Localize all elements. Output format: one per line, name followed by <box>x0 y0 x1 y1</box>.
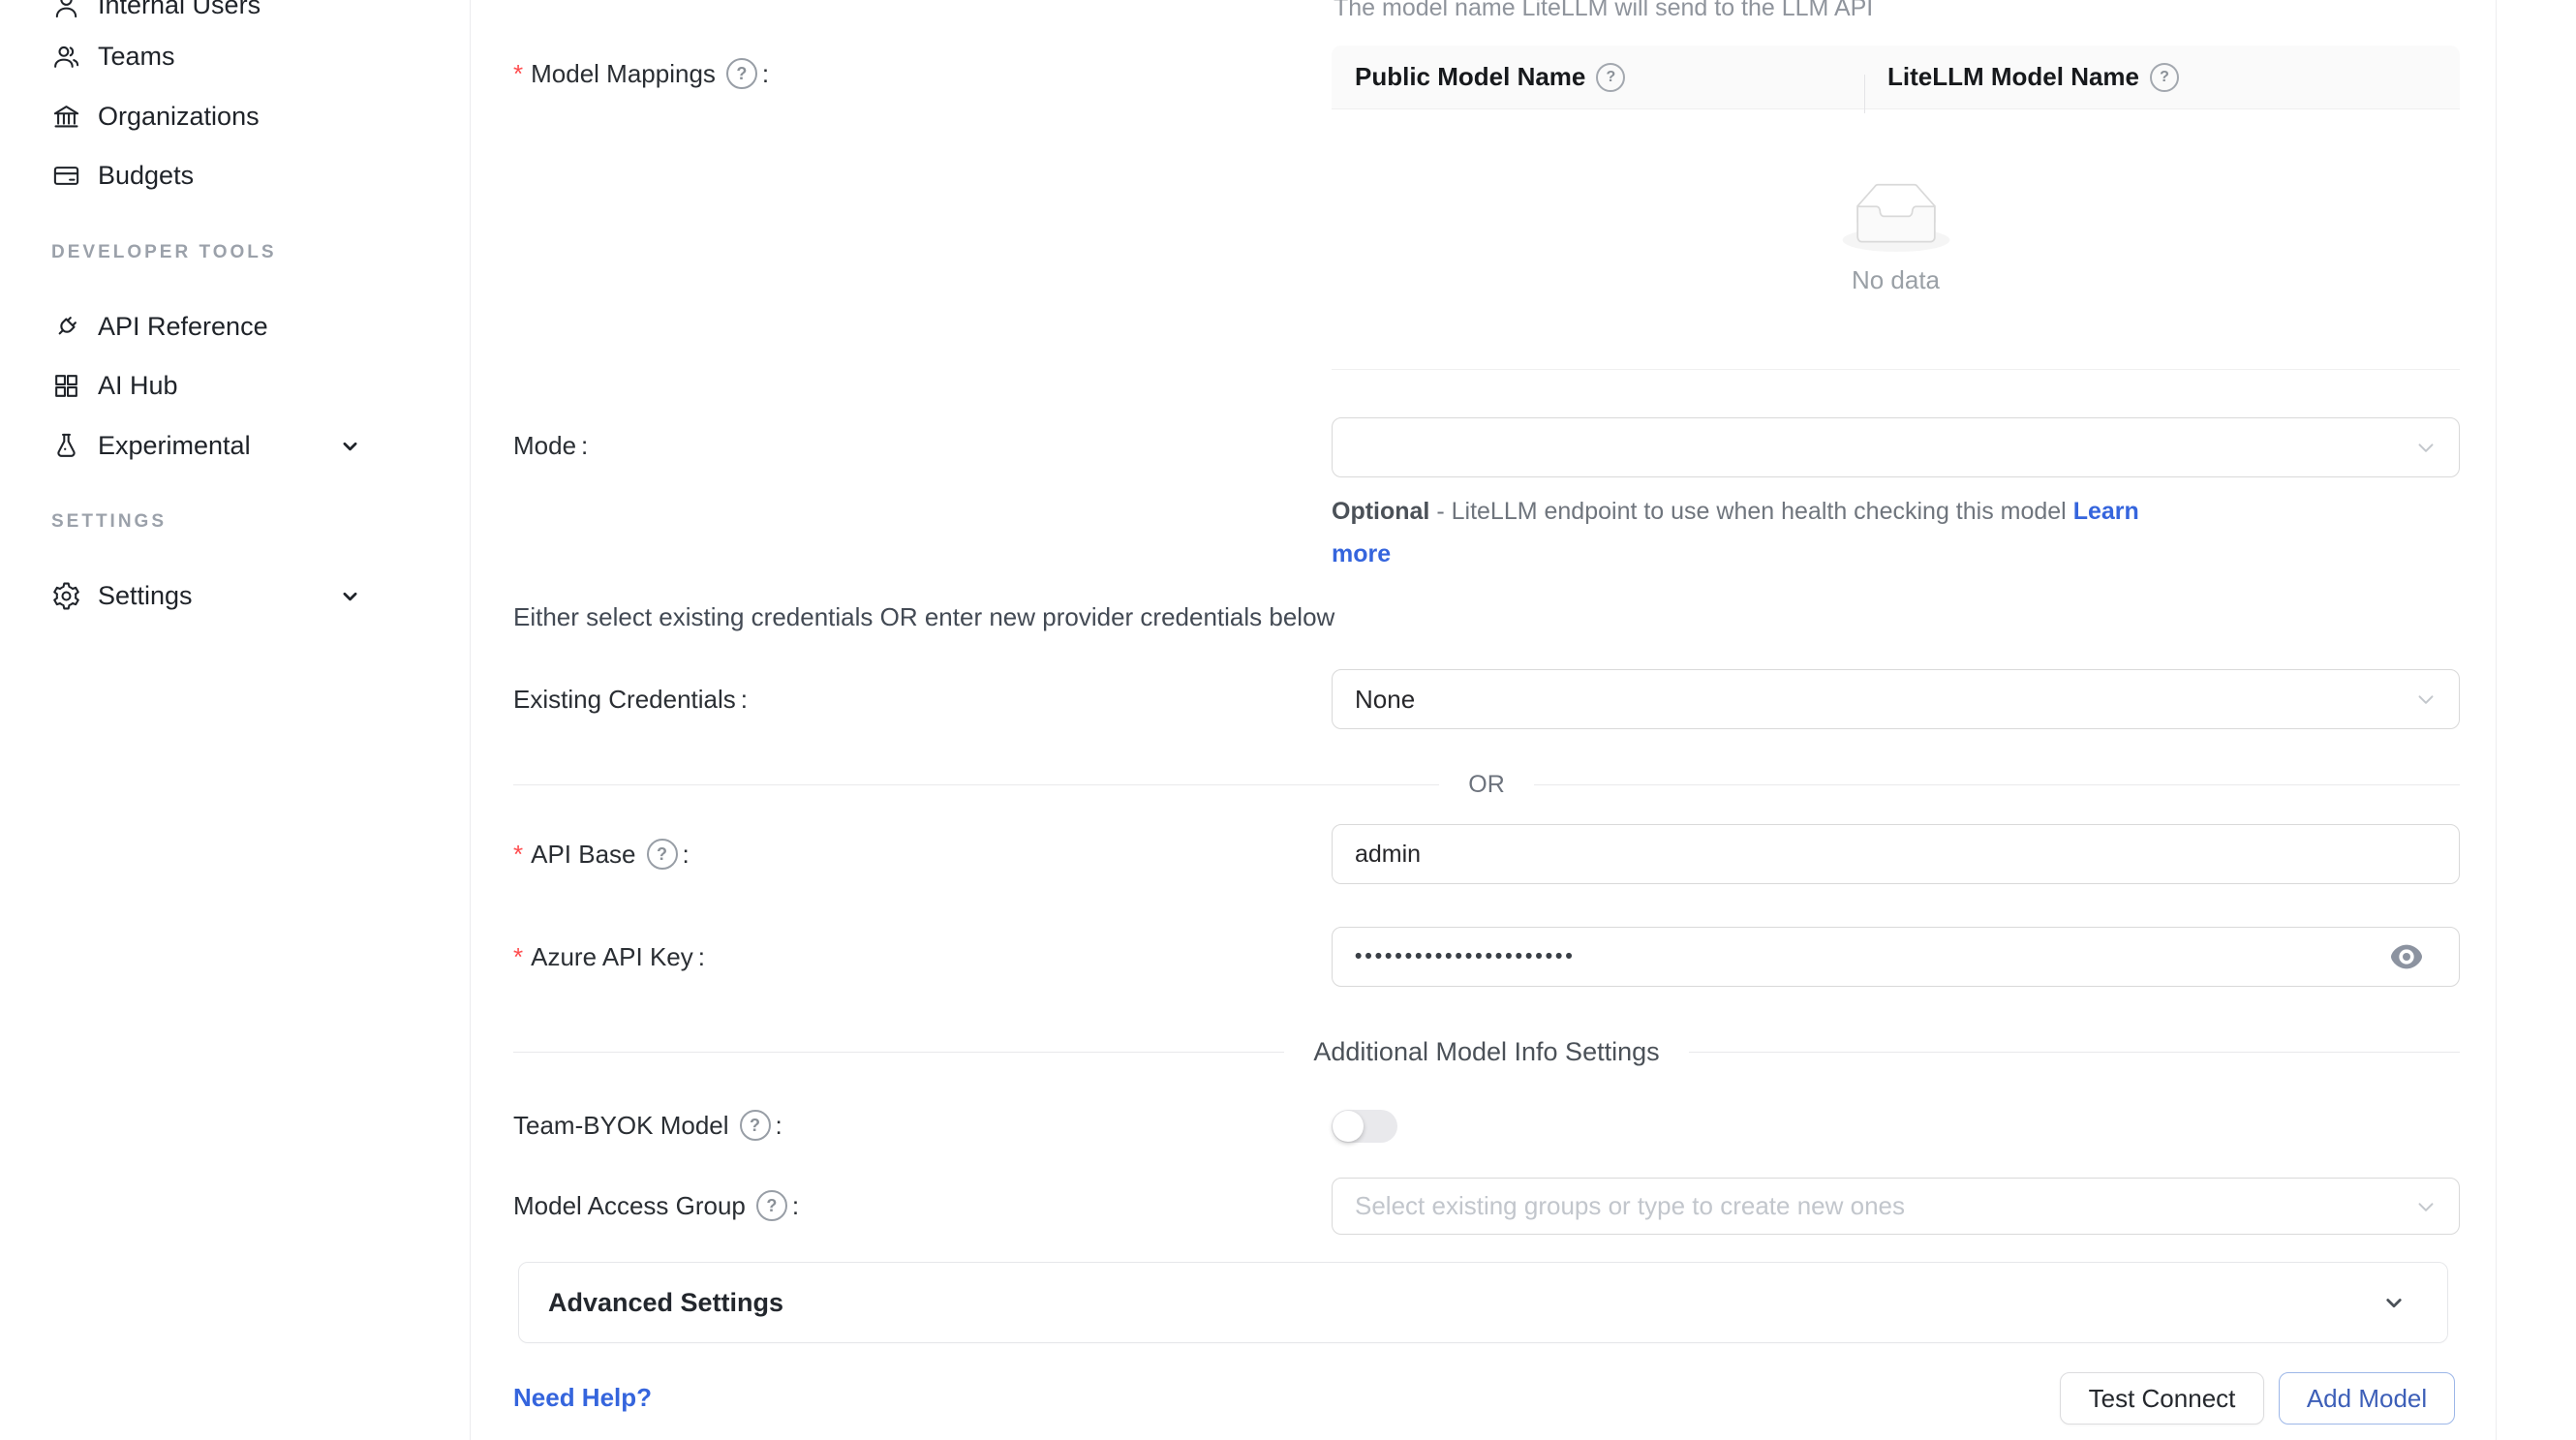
api-plug-icon <box>51 312 81 342</box>
mode-help-text: Optional - LiteLLM endpoint to use when … <box>1332 490 2189 575</box>
help-icon[interactable]: ? <box>726 58 757 89</box>
need-help-link[interactable]: Need Help? <box>513 1383 652 1413</box>
credentials-note: Either select existing credentials OR en… <box>513 602 1334 632</box>
chevron-down-icon <box>2379 1288 2408 1317</box>
empty-box-icon <box>1842 183 1950 252</box>
or-divider-text: OR <box>1468 771 1505 799</box>
test-connect-button[interactable]: Test Connect <box>2060 1372 2264 1425</box>
sidebar-item-label: Teams <box>98 42 175 72</box>
model-access-group-placeholder: Select existing groups or type to create… <box>1355 1191 1905 1221</box>
sidebar-section-developer-tools: DEVELOPER TOOLS <box>51 242 277 263</box>
existing-credentials-select[interactable]: None <box>1332 669 2460 729</box>
sidebar-item-label: Organizations <box>98 102 260 132</box>
existing-credentials-label: Existing Credentials : <box>513 683 748 716</box>
column-header-litellm-model-name: LiteLLM Model Name ? <box>1864 62 2460 92</box>
content-right-border <box>2496 0 2497 1440</box>
sidebar-item-label: Budgets <box>98 161 194 191</box>
help-icon[interactable]: ? <box>647 839 678 870</box>
required-mark: * <box>513 840 523 870</box>
model-access-group-label: Model Access Group ? : <box>513 1189 799 1222</box>
sidebar-item-teams[interactable]: Teams <box>0 26 363 86</box>
sidebar-section-settings: SETTINGS <box>51 511 167 533</box>
sidebar-item-organizations[interactable]: Organizations <box>0 86 363 146</box>
toggle-knob <box>1333 1111 1364 1142</box>
bank-icon <box>51 102 81 132</box>
sidebar-item-label: Experimental <box>98 431 251 461</box>
advanced-settings-panel[interactable]: Advanced Settings <box>518 1262 2448 1343</box>
required-mark: * <box>513 59 523 89</box>
sidebar-item-label: AI Hub <box>98 371 178 401</box>
team-byok-label: Team-BYOK Model ? : <box>513 1109 782 1142</box>
eye-icon[interactable] <box>2387 940 2426 973</box>
api-base-input[interactable] <box>1355 841 2405 869</box>
chevron-down-icon <box>337 583 363 609</box>
help-icon[interactable]: ? <box>740 1110 771 1141</box>
model-mappings-label: * Model Mappings ? : <box>513 57 769 90</box>
api-base-label: * API Base ? : <box>513 838 690 871</box>
sidebar-item-ai-hub[interactable]: AI Hub <box>0 355 363 415</box>
sidebar-item-settings[interactable]: Settings <box>0 566 363 626</box>
model-mappings-table: Public Model Name ? LiteLLM Model Name ?… <box>1332 46 2460 370</box>
team-byok-toggle[interactable] <box>1332 1110 1397 1143</box>
gear-icon <box>51 581 81 611</box>
chevron-down-icon <box>337 433 363 459</box>
additional-settings-divider: Additional Model Info Settings <box>513 1037 2460 1067</box>
appstore-icon <box>51 371 81 401</box>
credit-card-icon <box>51 161 81 191</box>
table-header-row: Public Model Name ? LiteLLM Model Name ? <box>1332 46 2460 109</box>
help-icon[interactable]: ? <box>2150 63 2179 92</box>
chevron-down-icon <box>2413 687 2438 712</box>
help-icon[interactable]: ? <box>1596 63 1625 92</box>
azure-api-key-field-wrap <box>1332 927 2460 987</box>
sidebar-item-budgets[interactable]: Budgets <box>0 145 363 205</box>
azure-api-key-input[interactable] <box>1355 945 2405 968</box>
flask-icon <box>51 431 81 461</box>
model-access-group-select[interactable]: Select existing groups or type to create… <box>1332 1178 2460 1235</box>
advanced-settings-title: Advanced Settings <box>548 1288 783 1318</box>
sidebar-item-api-reference[interactable]: API Reference <box>0 296 363 356</box>
user-icon <box>51 0 81 20</box>
column-header-public-model-name: Public Model Name ? <box>1332 62 1864 92</box>
sidebar: Internal Users Teams Organizations Budge… <box>0 0 471 1440</box>
required-mark: * <box>513 942 523 972</box>
no-data-text: No data <box>1852 265 1940 295</box>
mode-select[interactable] <box>1332 417 2460 477</box>
mode-label: Mode : <box>513 429 588 462</box>
help-icon[interactable]: ? <box>756 1190 787 1221</box>
sidebar-item-label: Settings <box>98 581 193 611</box>
sidebar-item-label: API Reference <box>98 312 268 342</box>
additional-settings-divider-text: Additional Model Info Settings <box>1313 1037 1659 1067</box>
add-model-button[interactable]: Add Model <box>2279 1372 2455 1425</box>
users-icon <box>51 42 81 72</box>
sidebar-item-label: Internal Users <box>98 0 261 20</box>
table-empty-state: No data <box>1332 109 2460 370</box>
or-divider: OR <box>513 771 2460 799</box>
chevron-down-icon <box>2413 435 2438 460</box>
azure-api-key-label: * Azure API Key : <box>513 940 705 973</box>
api-base-field-wrap <box>1332 824 2460 884</box>
model-name-hint: The model name LiteLLM will send to the … <box>1334 0 1873 22</box>
sidebar-item-experimental[interactable]: Experimental <box>0 415 363 475</box>
chevron-down-icon <box>2413 1194 2438 1219</box>
